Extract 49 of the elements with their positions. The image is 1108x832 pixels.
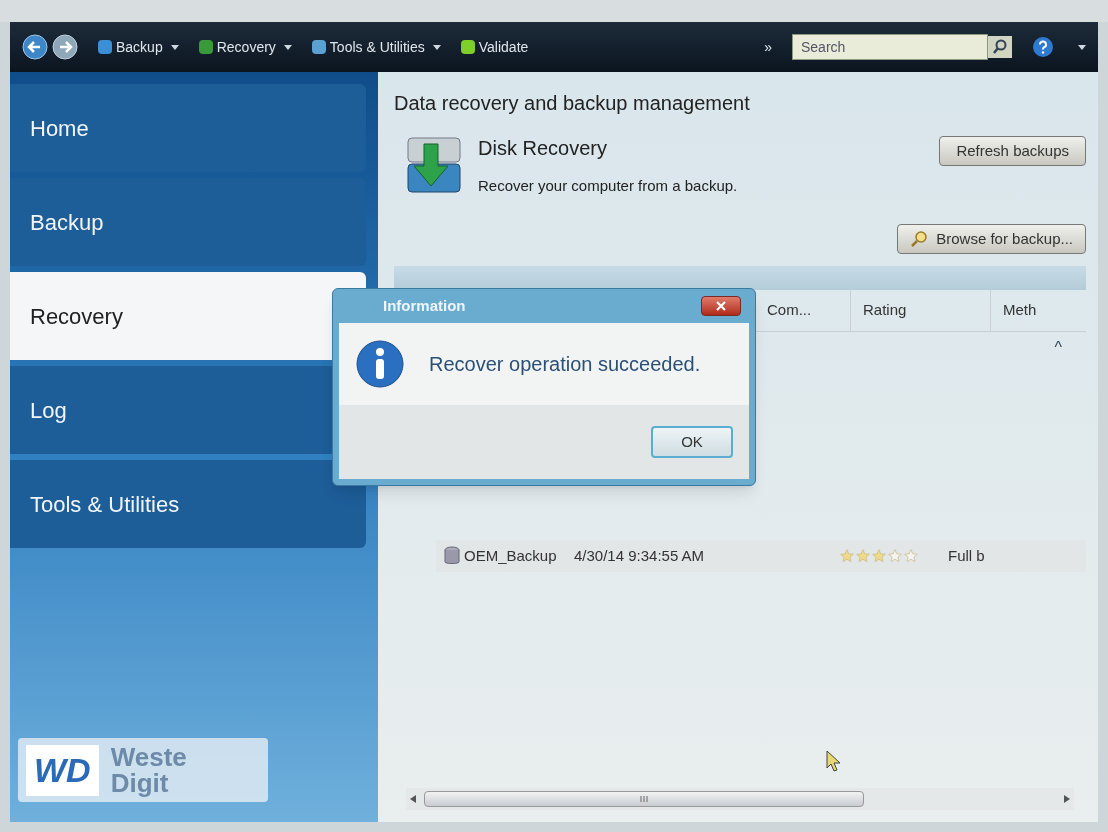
- dialog-title: Information: [383, 295, 466, 316]
- ok-button[interactable]: OK: [651, 426, 733, 458]
- star-icon: [904, 549, 918, 563]
- info-icon: [355, 339, 405, 389]
- logo-text: Weste: [110, 744, 187, 770]
- star-icon: [872, 549, 886, 563]
- backup-row[interactable]: OEM_Backup 4/30/14 9:34:55 AM Full b: [436, 540, 1086, 572]
- toolbar-menu[interactable]: Tools & Utilities: [311, 36, 441, 58]
- star-icon: [856, 549, 870, 563]
- backup-name: OEM_Backup: [464, 545, 558, 566]
- right-arrow-icon[interactable]: [1064, 795, 1070, 803]
- collapse-chevron[interactable]: ^: [1054, 336, 1062, 360]
- browse-button[interactable]: Browse for backup...: [897, 224, 1086, 254]
- column-header[interactable]: Rating: [850, 290, 990, 331]
- column-header[interactable]: Meth: [990, 290, 1086, 331]
- caret-icon: [1078, 44, 1086, 50]
- sidebar-item[interactable]: Tools & Utilities: [10, 460, 366, 548]
- database-icon: [444, 546, 460, 566]
- caret-icon: [170, 44, 179, 50]
- sidebar-item[interactable]: Recovery: [10, 272, 366, 360]
- backup-date: 4/30/14 9:34:55 AM: [574, 545, 706, 566]
- caret-icon: [283, 44, 292, 50]
- search-icon[interactable]: [988, 36, 1012, 58]
- close-button[interactable]: [701, 296, 741, 316]
- mouse-pointer-icon: [826, 750, 842, 772]
- overflow-chevron[interactable]: »: [764, 36, 772, 58]
- star-icon: [888, 549, 902, 563]
- star-icon: [840, 549, 854, 563]
- section-description: Recover your computer from a backup.: [478, 175, 738, 196]
- scrollbar-thumb[interactable]: [424, 791, 864, 807]
- dialog-message: Recover operation succeeded.: [429, 352, 701, 377]
- toolbar-menu[interactable]: Backup: [98, 36, 179, 58]
- left-arrow-icon[interactable]: [410, 795, 416, 803]
- close-icon: [716, 301, 726, 311]
- refresh-button[interactable]: Refresh backups: [939, 136, 1086, 166]
- grip-icon: [640, 796, 648, 802]
- sidebar-item[interactable]: Backup: [10, 178, 366, 266]
- search-field[interactable]: Search: [792, 34, 988, 60]
- magnifier-icon: [910, 230, 929, 248]
- toolbar-menu[interactable]: Recovery: [198, 36, 292, 58]
- toolbar-menu[interactable]: Validate: [460, 36, 529, 58]
- logo-mark: WD: [26, 744, 99, 796]
- help-icon[interactable]: [1032, 36, 1054, 58]
- sidebar-item[interactable]: Home: [10, 84, 366, 172]
- page-title: Data recovery and backup management: [394, 91, 750, 116]
- section-title: Disk Recovery: [478, 135, 608, 161]
- backup-method: Full b: [948, 545, 985, 566]
- caret-icon: [432, 44, 441, 50]
- logo-text: Digit: [110, 770, 170, 796]
